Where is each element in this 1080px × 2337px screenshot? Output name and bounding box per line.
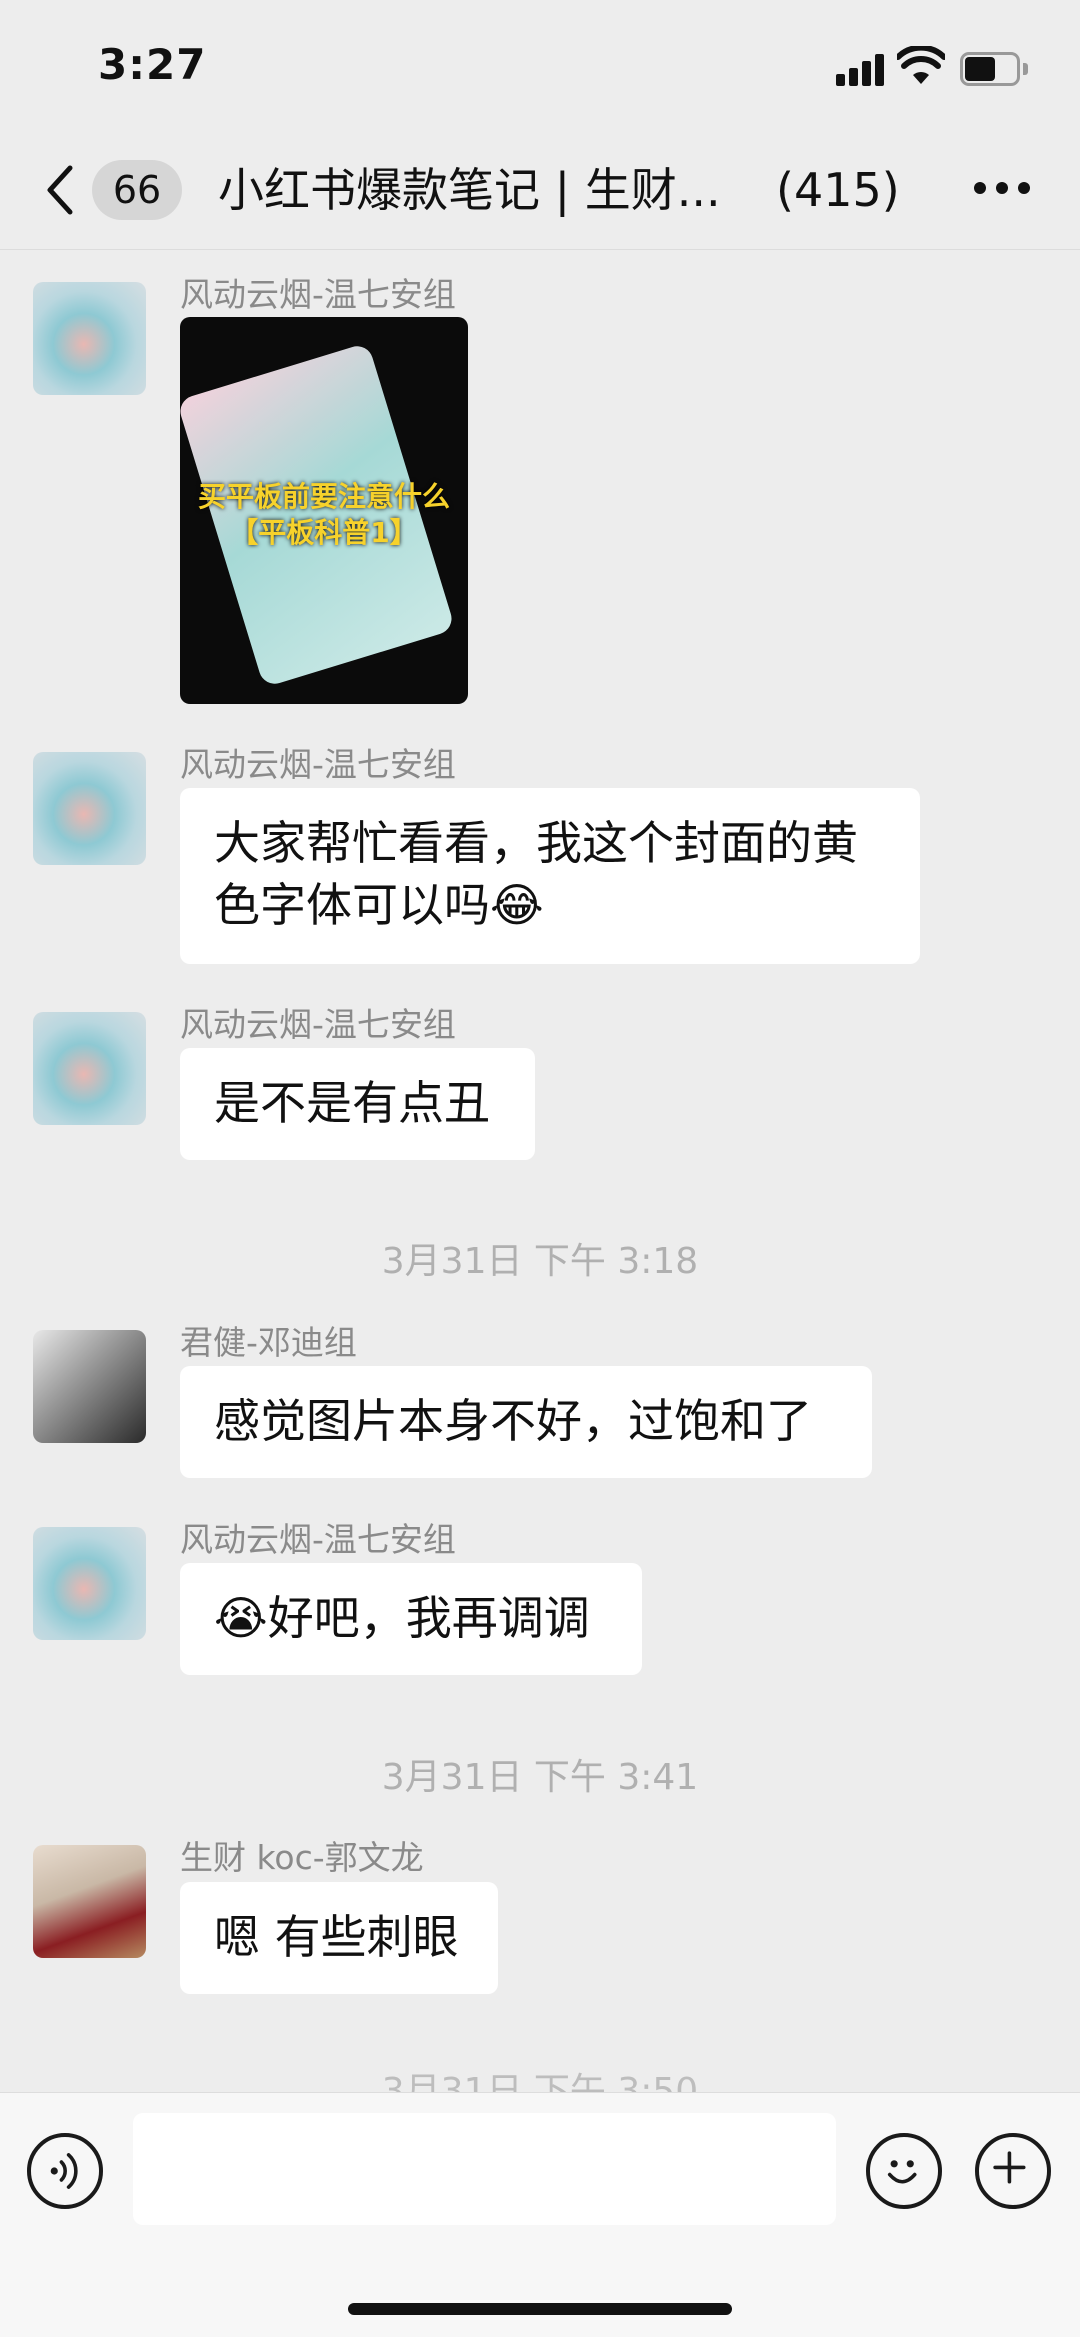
avatar[interactable] (33, 1845, 146, 1958)
avatar[interactable] (33, 1330, 146, 1443)
sender-name: 风动云烟-温七安组 (180, 1520, 456, 1559)
message-input[interactable] (133, 2113, 836, 2225)
image-caption-line1: 买平板前要注意什么 (197, 480, 450, 513)
more-options-icon[interactable] (974, 182, 1030, 198)
message-bubble[interactable]: 大家帮忙看看，我这个封面的黄 色字体可以吗😂 (180, 788, 920, 964)
wifi-icon (897, 46, 945, 84)
unread-badge[interactable]: 66 (92, 160, 182, 220)
emoji-icon[interactable] (866, 2133, 942, 2209)
home-indicator (348, 2303, 732, 2315)
sender-name: 风动云烟-温七安组 (180, 1005, 456, 1044)
status-bar: 3:27 (0, 0, 1080, 130)
chat-title[interactable]: 小红书爆款笔记 | 生财... (218, 160, 721, 220)
voice-input-icon[interactable] (27, 2133, 103, 2209)
message-bubble[interactable]: 嗯 有些刺眼 (180, 1882, 498, 1994)
member-count: (415) (776, 163, 900, 217)
sender-name: 君健-邓迪组 (180, 1323, 357, 1362)
chat-screen: 3:27 66 小红书爆款笔记 | 生财... (415) 风动云烟-温七安组 … (0, 0, 1080, 2337)
message-text: 嗯 有些刺眼 (214, 1910, 459, 1964)
sender-name: 生财 koc-郭文龙 (180, 1838, 424, 1877)
avatar[interactable] (33, 1527, 146, 1640)
input-bar (0, 2092, 1080, 2337)
status-time: 3:27 (98, 40, 207, 89)
avatar[interactable] (33, 1012, 146, 1125)
message-text: 😭好吧，我再调调 (214, 1591, 590, 1645)
message-text-line2: 色字体可以吗😂 (214, 878, 544, 932)
battery-icon (960, 52, 1030, 86)
sender-name: 风动云烟-温七安组 (180, 745, 456, 784)
message-text: 感觉图片本身不好，过饱和了 (214, 1394, 812, 1448)
image-message[interactable]: 买平板前要注意什么 【平板科普1】 (180, 317, 468, 704)
image-caption-line2: 【平板科普1】 (230, 516, 418, 549)
message-bubble[interactable]: 是不是有点丑 (180, 1048, 535, 1160)
chat-nav-bar: 66 小红书爆款笔记 | 生财... (415) (0, 130, 1080, 250)
message-text-line1: 大家帮忙看看，我这个封面的黄 (214, 816, 858, 870)
timestamp: 3月31日 下午 3:18 (381, 1241, 699, 1282)
message-bubble[interactable]: 感觉图片本身不好，过饱和了 (180, 1366, 872, 1478)
plus-icon[interactable] (975, 2133, 1051, 2209)
back-chevron-icon[interactable] (40, 162, 80, 218)
sender-name: 风动云烟-温七安组 (180, 275, 456, 314)
avatar[interactable] (33, 752, 146, 865)
image-caption: 买平板前要注意什么 【平板科普1】 (180, 479, 468, 551)
cellular-signal-icon (836, 52, 886, 86)
message-bubble[interactable]: 😭好吧，我再调调 (180, 1563, 642, 1675)
avatar[interactable] (33, 282, 146, 395)
timestamp-partial: 3月31日 下午 3:50 (381, 2071, 699, 2092)
message-text: 是不是有点丑 (214, 1076, 490, 1130)
timestamp: 3月31日 下午 3:41 (381, 1757, 699, 1798)
